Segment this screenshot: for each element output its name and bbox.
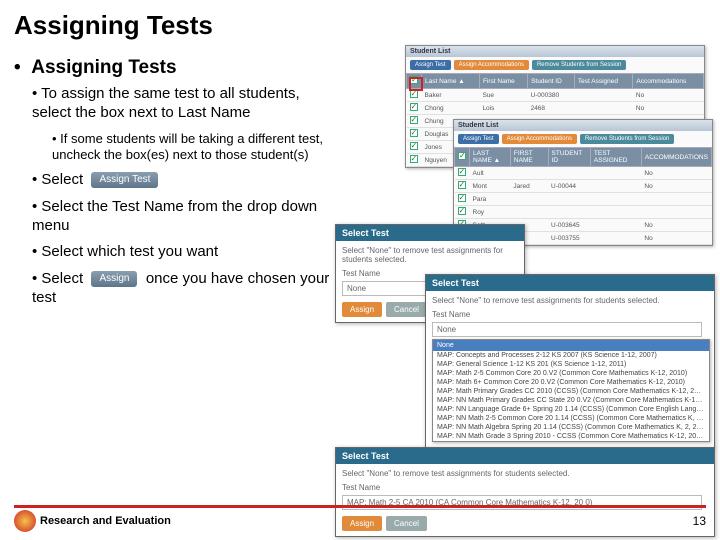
row-checkbox[interactable] (458, 194, 466, 202)
dialog-title: Select Test (426, 275, 714, 291)
screenshots-area: Student List Assign Test Assign Accommod… (335, 47, 720, 316)
select-all-checkbox[interactable] (458, 152, 466, 160)
table-row: MontJaredU-00044No (455, 180, 712, 193)
dropdown-option[interactable]: MAP: General Science 1-12 KS 201 (KS Sci… (433, 360, 709, 369)
assign-accom-button[interactable]: Assign Accommodations (502, 134, 577, 144)
table-row: BakerSueU-000380No (407, 89, 704, 102)
dropdown-option[interactable]: MAP: Math 2-5 Common Core 20 0.V2 (Commo… (433, 369, 709, 378)
bullet-assign-same: To assign the same test to all students,… (32, 85, 331, 123)
panel-header: Student List (454, 120, 712, 131)
dialog-title: Select Test (336, 448, 714, 464)
slide-title: Assigning Tests (0, 0, 720, 47)
assign-button-inline: Assign (91, 271, 137, 288)
dropdown-option[interactable]: MAP: NN Language Grade 6+ Spring 20 1.14… (433, 405, 709, 414)
dialog-instruction: Select "None" to remove test assignments… (342, 246, 518, 264)
dialog-instruction: Select "None" to remove test assignments… (432, 296, 708, 305)
district-logo-icon (14, 510, 36, 532)
highlight-box (409, 77, 423, 91)
dropdown-option[interactable]: MAP: Math 6+ Common Core 20 0.V2 (Common… (433, 378, 709, 387)
table-row: ChongLois2468No (407, 102, 704, 115)
remove-students-button[interactable]: Remove Students from Session (580, 134, 674, 144)
bullet-select-assign: Select Assign once you have chosen your … (32, 270, 331, 308)
dropdown-option[interactable]: MAP: NN Math Primary Grades CC State 20 … (433, 396, 709, 405)
dropdown-option[interactable]: MAP: NN Math Algebra Spring 20 1.14 (CCS… (433, 423, 709, 432)
assign-test-button-inline: Assign Test (91, 172, 158, 189)
test-name-label: Test Name (342, 483, 708, 492)
table-row: Roy (455, 206, 712, 219)
assign-test-button[interactable]: Assign Test (410, 60, 451, 70)
row-checkbox[interactable] (410, 90, 418, 98)
bullet-select-assign-test: Select Assign Test (32, 171, 331, 190)
assign-accom-button[interactable]: Assign Accommodations (454, 60, 529, 70)
cancel-button[interactable]: Cancel (386, 302, 427, 317)
remove-students-button[interactable]: Remove Students from Session (532, 60, 626, 70)
footer: Research and Evaluation 13 (14, 505, 706, 532)
row-checkbox[interactable] (458, 168, 466, 176)
row-checkbox[interactable] (458, 181, 466, 189)
row-checkbox[interactable] (410, 155, 418, 163)
dropdown-option[interactable]: MAP: Math Primary Grades CC 2010 (CCSS) … (433, 387, 709, 396)
bullet-select-which: Select which test you want (32, 243, 331, 262)
test-dropdown[interactable]: NoneMAP: Concepts and Processes 2-12 KS … (432, 339, 710, 442)
dialog-instruction: Select "None" to remove test assignments… (342, 469, 708, 478)
table-row: Para (455, 193, 712, 206)
dropdown-option[interactable]: MAP: NN Math Grade 3 Spring 2010 - CCSS … (433, 432, 709, 441)
test-name-value[interactable]: None (432, 322, 702, 337)
row-checkbox[interactable] (410, 142, 418, 150)
panel-header: Student List (406, 46, 704, 57)
row-checkbox[interactable] (410, 129, 418, 137)
section-heading: Assigning Tests (14, 57, 331, 79)
dropdown-option[interactable]: None (433, 340, 709, 351)
text-content: Assigning Tests To assign the same test … (0, 47, 335, 316)
dropdown-option[interactable]: MAP: NN Math 2-5 Common Core 20 1.14 (CC… (433, 414, 709, 423)
assign-button[interactable]: Assign (342, 302, 382, 317)
dropdown-option[interactable]: MAP: Concepts and Processes 2-12 KS 2007… (433, 351, 709, 360)
assign-test-button[interactable]: Assign Test (458, 134, 499, 144)
select-test-dialog-2: Select Test Select "None" to remove test… (425, 274, 715, 448)
test-name-label: Test Name (432, 310, 708, 319)
table-row: AultNo (455, 167, 712, 180)
row-checkbox[interactable] (410, 103, 418, 111)
dialog-title: Select Test (336, 225, 524, 241)
bullet-select-test-name: Select the Test Name from the drop down … (32, 198, 331, 236)
page-number: 13 (693, 514, 706, 528)
row-checkbox[interactable] (410, 116, 418, 124)
footer-dept: Research and Evaluation (40, 515, 171, 527)
bullet-some-different: If some students will be taking a differ… (52, 131, 331, 164)
row-checkbox[interactable] (458, 207, 466, 215)
